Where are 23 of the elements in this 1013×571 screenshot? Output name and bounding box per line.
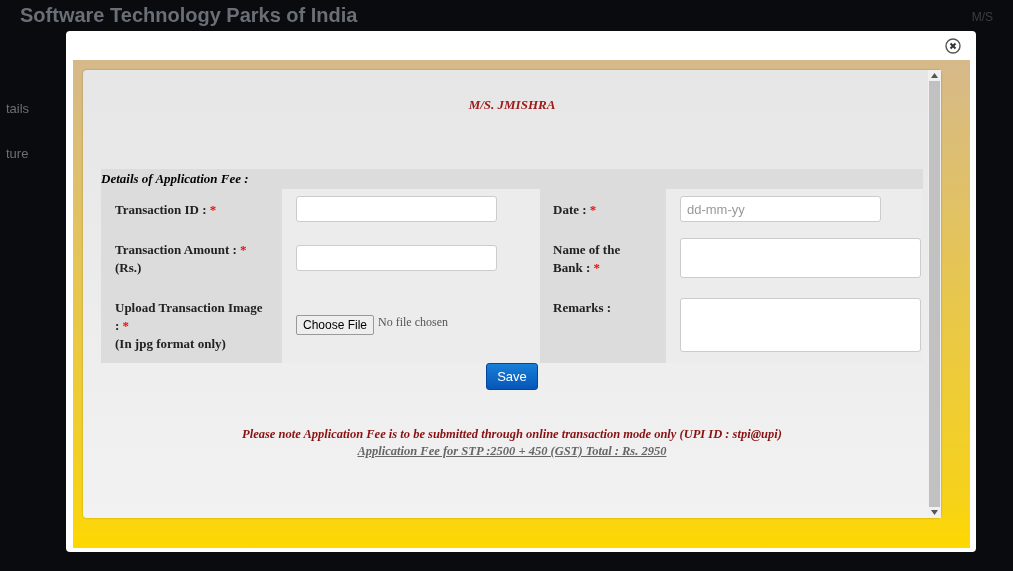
company-name: M/S. JMISHRA [467,97,557,113]
scroll-up-icon[interactable] [931,73,938,78]
payment-note: Please note Application Fee is to be submitted through online transaction mode only (UPI ID : stpi@upi) [241,427,783,442]
remarks-field[interactable] [680,298,921,352]
choose-file-button[interactable]: Choose File [296,315,375,335]
field-label: Date : * [540,189,666,229]
field-label: Transaction Amount : * (Rs.) [101,229,282,287]
site-title: Software Technology Parks of India [20,4,358,27]
field-label: Name of the Bank : * [540,229,666,287]
section-title: Details of Application Fee : [101,169,923,189]
scroll-down-icon[interactable] [931,510,938,515]
text-field[interactable] [296,245,497,271]
file-status: No file chosen [378,315,448,330]
save-button[interactable]: Save [486,363,538,390]
text-field[interactable] [680,238,921,278]
close-icon[interactable] [945,37,961,54]
field-label: Upload Transaction Image : * (In jpg format only) [101,287,282,363]
date-field[interactable]: dd-mm-yy [680,196,881,222]
field-label: Transaction ID : * [101,189,282,229]
scrollbar[interactable] [928,70,941,518]
text-field[interactable] [296,196,497,222]
field-label: Remarks : [540,287,666,363]
fee-text: Application Fee for STP :2500 + 450 (GST) Total : Rs. 2950 [356,444,668,459]
